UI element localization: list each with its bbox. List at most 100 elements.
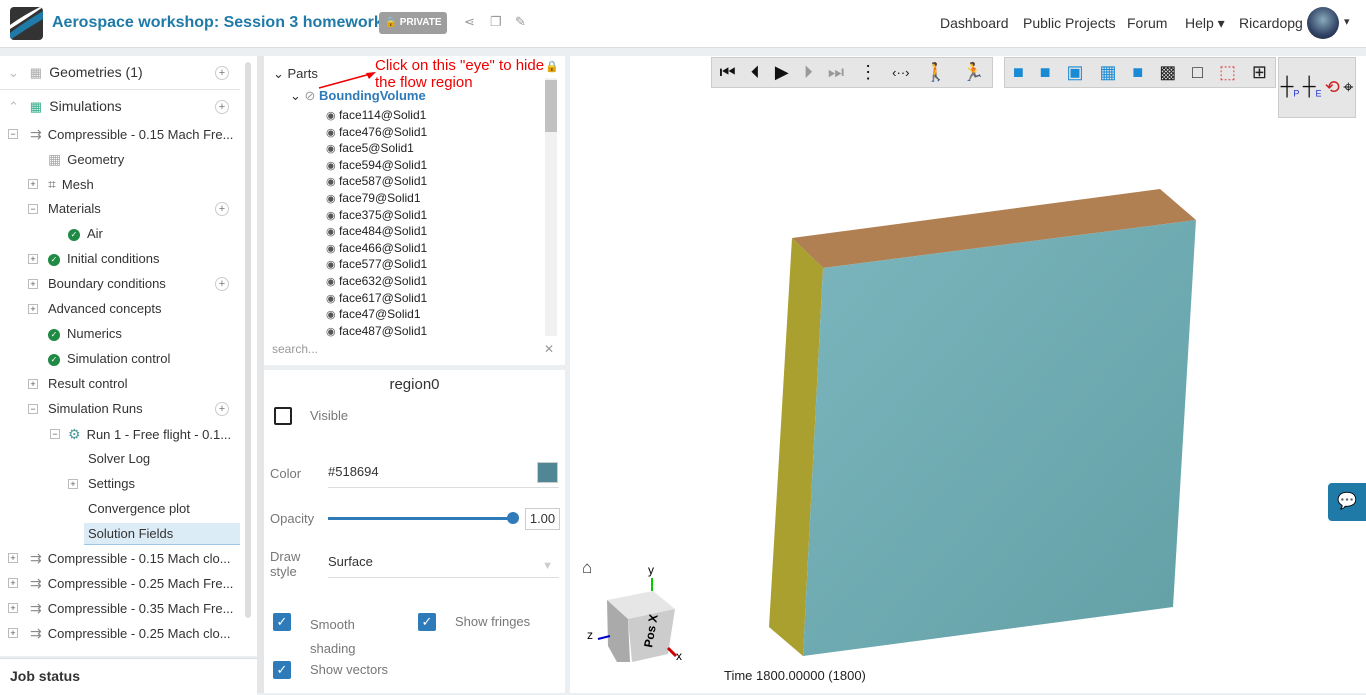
tree-item[interactable]: ⌗ Mesh bbox=[48, 173, 94, 195]
add-geometry-button[interactable]: + bbox=[215, 66, 229, 80]
expand-icon[interactable]: + bbox=[28, 379, 38, 389]
tree-item[interactable]: Solution Fields bbox=[84, 523, 240, 545]
job-status[interactable]: Job status bbox=[0, 658, 257, 695]
user-name[interactable]: Ricardopg bbox=[1239, 15, 1303, 31]
tree-item[interactable]: Solver Log bbox=[88, 448, 150, 470]
expand-icon[interactable]: + bbox=[28, 304, 38, 314]
face-item[interactable]: ◉ face587@Solid1 bbox=[326, 174, 427, 188]
avatar[interactable] bbox=[1307, 7, 1339, 39]
eye-icon[interactable]: ◉ bbox=[326, 143, 336, 155]
nav-public-projects[interactable]: Public Projects bbox=[1023, 15, 1116, 31]
parts-search-input[interactable]: search... ✕ bbox=[272, 342, 558, 362]
tree-item[interactable]: ✓ Simulation control bbox=[48, 348, 170, 370]
tree-item[interactable]: Simulation Runs bbox=[48, 398, 143, 420]
home-icon[interactable]: ⌂ bbox=[582, 558, 592, 578]
eye-icon[interactable]: ◉ bbox=[326, 176, 336, 188]
share-icon[interactable]: ⋖ bbox=[464, 14, 475, 30]
nav-dashboard[interactable]: Dashboard bbox=[940, 15, 1009, 31]
expand-icon[interactable]: + bbox=[8, 578, 18, 588]
clear-icon[interactable]: ✕ bbox=[544, 342, 554, 356]
collapse-icon[interactable]: − bbox=[28, 204, 38, 214]
collapse-icon[interactable]: − bbox=[50, 429, 60, 439]
geometries-node[interactable]: ⌄ ▦ Geometries (1) bbox=[8, 61, 143, 83]
eye-icon[interactable]: ◉ bbox=[326, 243, 336, 255]
color-input[interactable]: #518694 bbox=[328, 464, 559, 488]
add-button[interactable]: + bbox=[215, 402, 229, 416]
logo[interactable] bbox=[10, 7, 43, 40]
nav-help[interactable]: Help ▾ bbox=[1185, 15, 1225, 32]
copy-icon[interactable]: ❐ bbox=[490, 14, 502, 30]
splitter[interactable] bbox=[257, 56, 264, 693]
show-fringes-checkbox[interactable]: ✓ bbox=[418, 613, 436, 631]
tree-item[interactable]: Advanced concepts bbox=[48, 298, 161, 320]
opacity-slider[interactable] bbox=[328, 512, 519, 524]
simulations-node[interactable]: ⌃ ▦ Simulations bbox=[8, 95, 122, 117]
lock-icon[interactable]: 🔒 bbox=[545, 60, 559, 73]
tree-item[interactable]: ⇉ Compressible - 0.25 Mach Fre... bbox=[30, 572, 233, 594]
face-item[interactable]: ◉ face476@Solid1 bbox=[326, 125, 427, 139]
face-item[interactable]: ◉ face79@Solid1 bbox=[326, 191, 421, 205]
add-button[interactable]: + bbox=[215, 277, 229, 291]
tree-item[interactable]: Materials bbox=[48, 198, 101, 220]
scrollbar[interactable] bbox=[545, 78, 557, 336]
face-item[interactable]: ◉ face594@Solid1 bbox=[326, 158, 427, 172]
chat-button[interactable]: 💬 bbox=[1328, 483, 1366, 521]
eye-icon[interactable]: ◉ bbox=[326, 226, 336, 238]
eye-icon[interactable]: ◉ bbox=[326, 210, 336, 222]
eye-icon[interactable]: ◉ bbox=[326, 309, 336, 321]
tree-item[interactable]: ▦ Geometry bbox=[48, 148, 124, 170]
face-item[interactable]: ◉ face484@Solid1 bbox=[326, 224, 427, 238]
chevron-down-icon[interactable]: ▾ bbox=[1344, 15, 1350, 28]
3d-viewer[interactable]: ⏮ ⏴ ▶ ⏵ ⏭ ⋮ ‹··› 🚶 🏃 ■ ■ ▣ ▦ ■ ▩ □ ⬚ ⊞ ┼P ┼E ⟲ ⌖ Pos X x y … bbox=[570, 56, 1366, 693]
smooth-shading-checkbox[interactable]: ✓ bbox=[273, 613, 291, 631]
edit-icon[interactable]: ✎ bbox=[515, 14, 526, 30]
opacity-input[interactable]: 1.00 bbox=[525, 508, 560, 530]
expand-icon[interactable]: + bbox=[8, 553, 18, 563]
eye-icon[interactable]: ◉ bbox=[326, 259, 336, 271]
tree-item[interactable]: ⇉ Compressible - 0.15 Mach clo... bbox=[30, 547, 231, 569]
expand-icon[interactable]: + bbox=[28, 179, 38, 189]
tree-item[interactable]: ⇉ Compressible - 0.15 Mach Fre... bbox=[30, 123, 233, 145]
color-swatch[interactable] bbox=[537, 462, 558, 483]
slider-thumb[interactable] bbox=[507, 512, 519, 524]
eye-icon[interactable]: ◉ bbox=[326, 293, 336, 305]
face-item[interactable]: ◉ face47@Solid1 bbox=[326, 307, 421, 321]
eye-icon[interactable]: ◉ bbox=[326, 110, 336, 122]
tree-item[interactable]: Convergence plot bbox=[88, 498, 190, 520]
expand-icon[interactable]: + bbox=[28, 254, 38, 264]
parts-root[interactable]: ⌄ Parts bbox=[273, 66, 318, 82]
tree-item[interactable]: ⇉ Compressible - 0.35 Mach Fre... bbox=[30, 597, 233, 619]
eye-icon[interactable]: ◉ bbox=[326, 127, 336, 139]
add-simulation-button[interactable]: + bbox=[215, 100, 229, 114]
scrollbar[interactable] bbox=[245, 62, 251, 618]
visible-checkbox[interactable] bbox=[274, 407, 292, 425]
tree-item[interactable]: Settings bbox=[88, 473, 135, 495]
expand-icon[interactable]: + bbox=[8, 603, 18, 613]
tree-item[interactable]: ⚙ Run 1 - Free flight - 0.1... bbox=[68, 423, 231, 445]
add-button[interactable]: + bbox=[215, 202, 229, 216]
face-item[interactable]: ◉ face375@Solid1 bbox=[326, 208, 427, 222]
nav-forum[interactable]: Forum bbox=[1127, 15, 1167, 31]
face-item[interactable]: ◉ face5@Solid1 bbox=[326, 141, 414, 155]
face-item[interactable]: ◉ face632@Solid1 bbox=[326, 274, 427, 288]
face-item[interactable]: ◉ face577@Solid1 bbox=[326, 257, 427, 271]
tree-item[interactable]: ⇉ Compressible - 0.25 Mach clo... bbox=[30, 622, 231, 644]
expand-icon[interactable]: + bbox=[8, 628, 18, 638]
tree-item[interactable]: ✓ Numerics bbox=[48, 323, 122, 345]
face-item[interactable]: ◉ face466@Solid1 bbox=[326, 241, 427, 255]
face-item[interactable]: ◉ face487@Solid1 bbox=[326, 324, 427, 338]
expand-icon[interactable]: + bbox=[68, 479, 78, 489]
expand-icon[interactable]: + bbox=[28, 279, 38, 289]
draw-style-select[interactable]: Surface ▼ bbox=[328, 554, 559, 578]
collapse-icon[interactable]: − bbox=[28, 404, 38, 414]
tree-item[interactable]: ✓ Air bbox=[68, 223, 103, 245]
eye-icon[interactable]: ◉ bbox=[326, 160, 336, 172]
tree-item[interactable]: Result control bbox=[48, 373, 127, 395]
eye-icon[interactable]: ◉ bbox=[326, 193, 336, 205]
eye-icon[interactable]: ◉ bbox=[326, 276, 336, 288]
eye-icon[interactable]: ◉ bbox=[326, 326, 336, 338]
orientation-cube[interactable]: Pos X bbox=[607, 591, 675, 662]
face-item[interactable]: ◉ face617@Solid1 bbox=[326, 291, 427, 305]
tree-item[interactable]: ✓ Initial conditions bbox=[48, 248, 160, 270]
collapse-icon[interactable]: − bbox=[8, 129, 18, 139]
